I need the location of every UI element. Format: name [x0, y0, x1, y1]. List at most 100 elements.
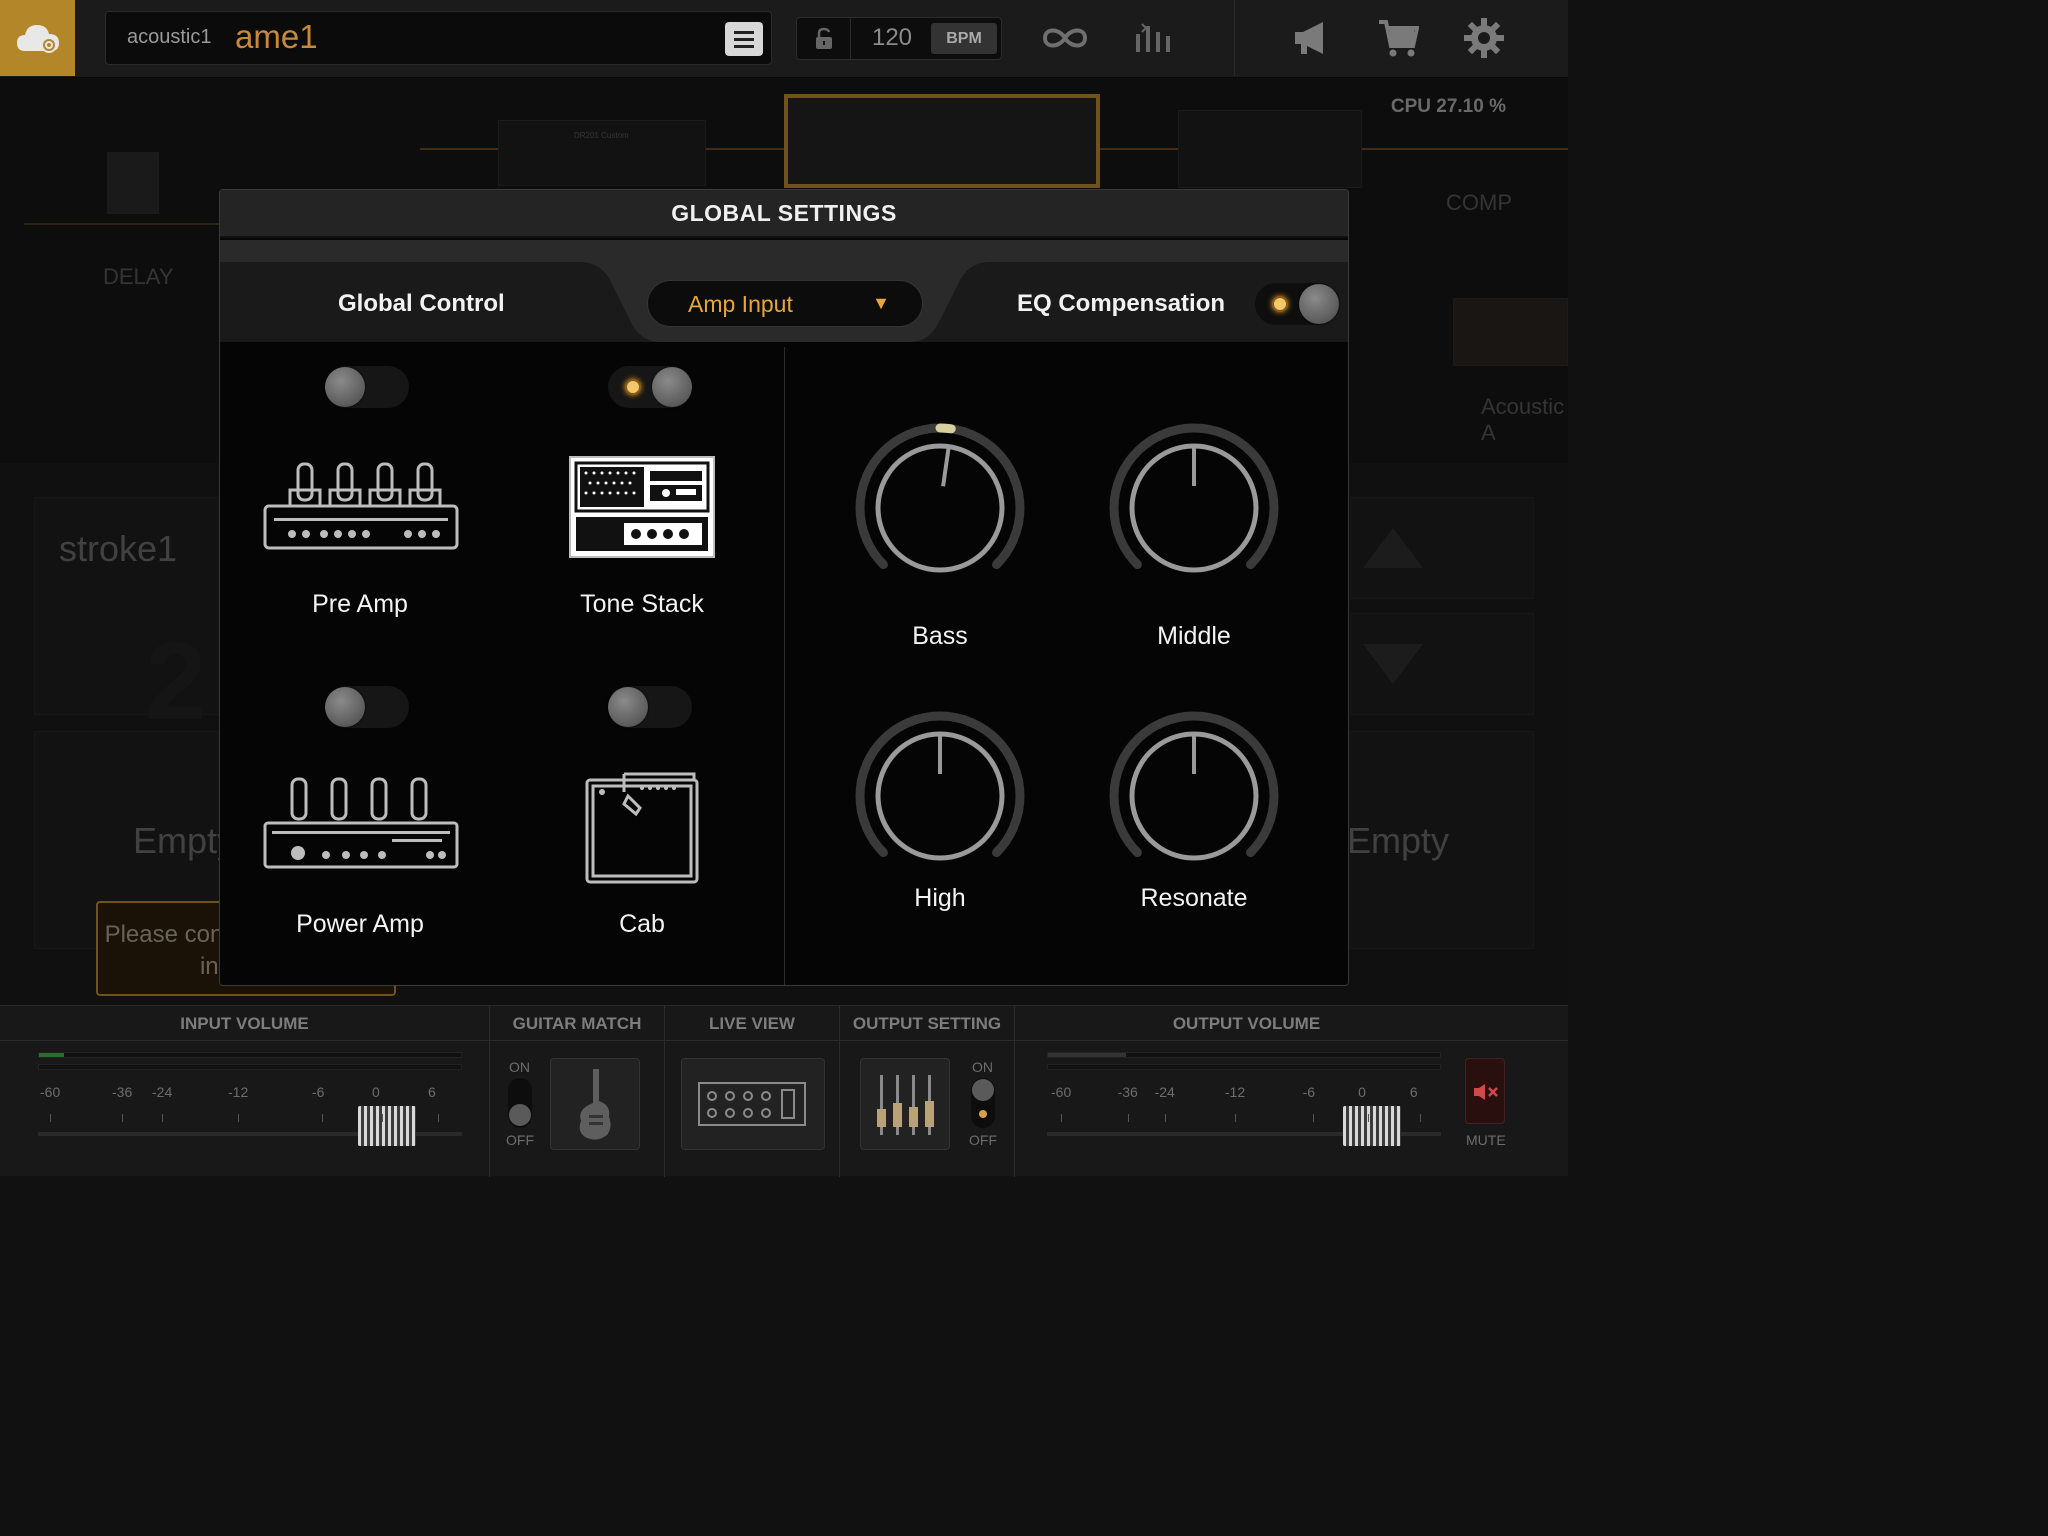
meter-tick — [382, 1114, 383, 1122]
output-setting-title: OUTPUT SETTING — [852, 1014, 1002, 1033]
bottom-bar: INPUT VOLUME -60 -36 -24 -12 -6 0 6 GUITAR MAT… — [0, 1005, 1568, 1177]
faders-icon — [877, 1075, 934, 1135]
tone-stack-label: Tone Stack — [580, 590, 704, 618]
toggle-knob — [1299, 284, 1339, 324]
middle-knob[interactable] — [1104, 418, 1284, 598]
eq-compensation-toggle[interactable] — [1255, 283, 1339, 325]
meter-tick — [1419, 1114, 1421, 1122]
meter-scale-label: -36 — [1117, 1084, 1138, 1100]
live-view-section: LIVE VIEW — [665, 1006, 840, 1177]
preset-selector[interactable]: acoustic1 ame1 — [105, 11, 772, 65]
live-view-button[interactable] — [681, 1058, 825, 1150]
led-icon — [1272, 296, 1288, 312]
middle-label: Middle — [1157, 622, 1231, 650]
mixer-icon[interactable] — [1126, 14, 1182, 62]
meter-tick — [322, 1114, 323, 1122]
preamp-icon — [263, 462, 459, 550]
preset-bank-label: acoustic1 — [127, 26, 212, 48]
cloud-icon — [16, 25, 59, 53]
guitar-match-title: GUITAR MATCH — [512, 1014, 642, 1033]
output-setting-switch[interactable] — [971, 1078, 995, 1128]
tone-stack-icon — [569, 456, 715, 558]
meter-tick — [1234, 1114, 1236, 1122]
output-setting-button[interactable] — [860, 1058, 950, 1150]
bpm-value[interactable]: 120 — [857, 24, 927, 52]
meter-tick — [50, 1114, 51, 1122]
lock-icon[interactable] — [797, 18, 851, 59]
knob-body — [875, 443, 1005, 573]
chevron-down-icon: ▼ — [872, 293, 890, 313]
meter-scale-label: -36 — [112, 1084, 133, 1100]
meter-scale-label: 6 — [1409, 1084, 1418, 1100]
output-volume-fader[interactable] — [1343, 1106, 1401, 1146]
dialog-title: GLOBAL SETTINGS — [671, 200, 897, 226]
bass-label: Bass — [912, 622, 968, 650]
global-settings-dialog: GLOBAL SETTINGS Global Control Amp Input… — [219, 189, 1349, 986]
global-control-label: Global Control — [338, 290, 505, 317]
meter-scale-label: -60 — [1051, 1084, 1072, 1100]
power-amp-toggle[interactable] — [325, 686, 409, 728]
dropdown-value: Amp Input — [688, 291, 793, 317]
meter-scale-label: -6 — [312, 1084, 325, 1100]
cab-label: Cab — [619, 910, 665, 938]
cab-icon — [585, 772, 699, 884]
input-volume-fader[interactable] — [358, 1106, 416, 1146]
meter-scale-label: -12 — [1224, 1084, 1246, 1100]
dialog-header: GLOBAL SETTINGS — [220, 190, 1348, 238]
amp-input-dropdown[interactable]: Amp Input ▼ — [647, 280, 923, 327]
tone-stack-toggle[interactable] — [608, 366, 692, 408]
meter-tick — [162, 1114, 163, 1122]
megaphone-icon[interactable] — [1283, 14, 1339, 62]
hamburger-icon[interactable] — [725, 22, 763, 56]
meter-scale-label: -24 — [1154, 1084, 1175, 1100]
input-meter — [38, 1052, 462, 1058]
output-meter — [1047, 1052, 1441, 1058]
mute-button[interactable] — [1465, 1058, 1505, 1124]
high-knob[interactable] — [850, 706, 1030, 886]
input-volume-title: INPUT VOLUME — [180, 1014, 309, 1033]
high-label: High — [914, 884, 966, 912]
guitar-match-off-label: OFF — [506, 1132, 534, 1148]
meter-tick — [1164, 1114, 1166, 1122]
guitar-match-button[interactable] — [550, 1058, 640, 1150]
output-setting-on-label: ON — [972, 1059, 993, 1075]
meter-tick — [122, 1114, 123, 1122]
meter-tick — [438, 1114, 439, 1122]
output-meter-2 — [1047, 1064, 1441, 1070]
resonate-knob[interactable] — [1104, 706, 1284, 886]
meter-scale-label: -12 — [228, 1084, 249, 1100]
pre-amp-toggle[interactable] — [325, 366, 409, 408]
pedalboard-icon — [698, 1082, 806, 1126]
output-volume-section: OUTPUT VOLUME MUTE -60 -36 -24 -12 -6 0 6 — [1015, 1006, 1568, 1177]
resonate-label: Resonate — [1140, 884, 1248, 912]
top-bar: acoustic1 ame1 120 BPM — [0, 0, 1568, 78]
guitar-icon — [579, 1069, 611, 1140]
input-meter-2 — [38, 1064, 462, 1070]
tempo-control: 120 BPM — [796, 17, 1002, 60]
meter-tick — [1312, 1114, 1314, 1122]
power-amp-label: Power Amp — [296, 910, 424, 938]
bass-knob[interactable] — [850, 418, 1030, 598]
guitar-match-switch[interactable] — [508, 1078, 532, 1128]
mute-speaker-icon — [1474, 1084, 1498, 1100]
meter-scale-label: -60 — [40, 1084, 61, 1100]
knob-value-arc — [935, 423, 956, 434]
guitar-match-on-label: ON — [509, 1059, 530, 1075]
meter-tick — [1368, 1114, 1370, 1122]
cloud-logo-button[interactable] — [0, 0, 75, 76]
output-volume-title: OUTPUT VOLUME — [1172, 1014, 1321, 1033]
bpm-button[interactable]: BPM — [931, 23, 997, 54]
meter-tick — [238, 1114, 239, 1122]
gear-icon[interactable] — [1456, 14, 1512, 62]
eq-compensation-label: EQ Compensation — [1017, 290, 1226, 317]
meter-scale-label: 0 — [1358, 1084, 1366, 1100]
meter-scale-label: -24 — [152, 1084, 173, 1100]
pre-amp-label: Pre Amp — [312, 590, 408, 618]
cart-icon[interactable] — [1370, 14, 1426, 62]
meter-scale-label: -6 — [1302, 1084, 1316, 1100]
infinity-icon[interactable] — [1037, 14, 1093, 62]
live-view-title: LIVE VIEW — [709, 1014, 795, 1033]
mute-label: MUTE — [1466, 1132, 1506, 1148]
cab-toggle[interactable] — [608, 686, 692, 728]
meter-tick — [1061, 1114, 1062, 1122]
